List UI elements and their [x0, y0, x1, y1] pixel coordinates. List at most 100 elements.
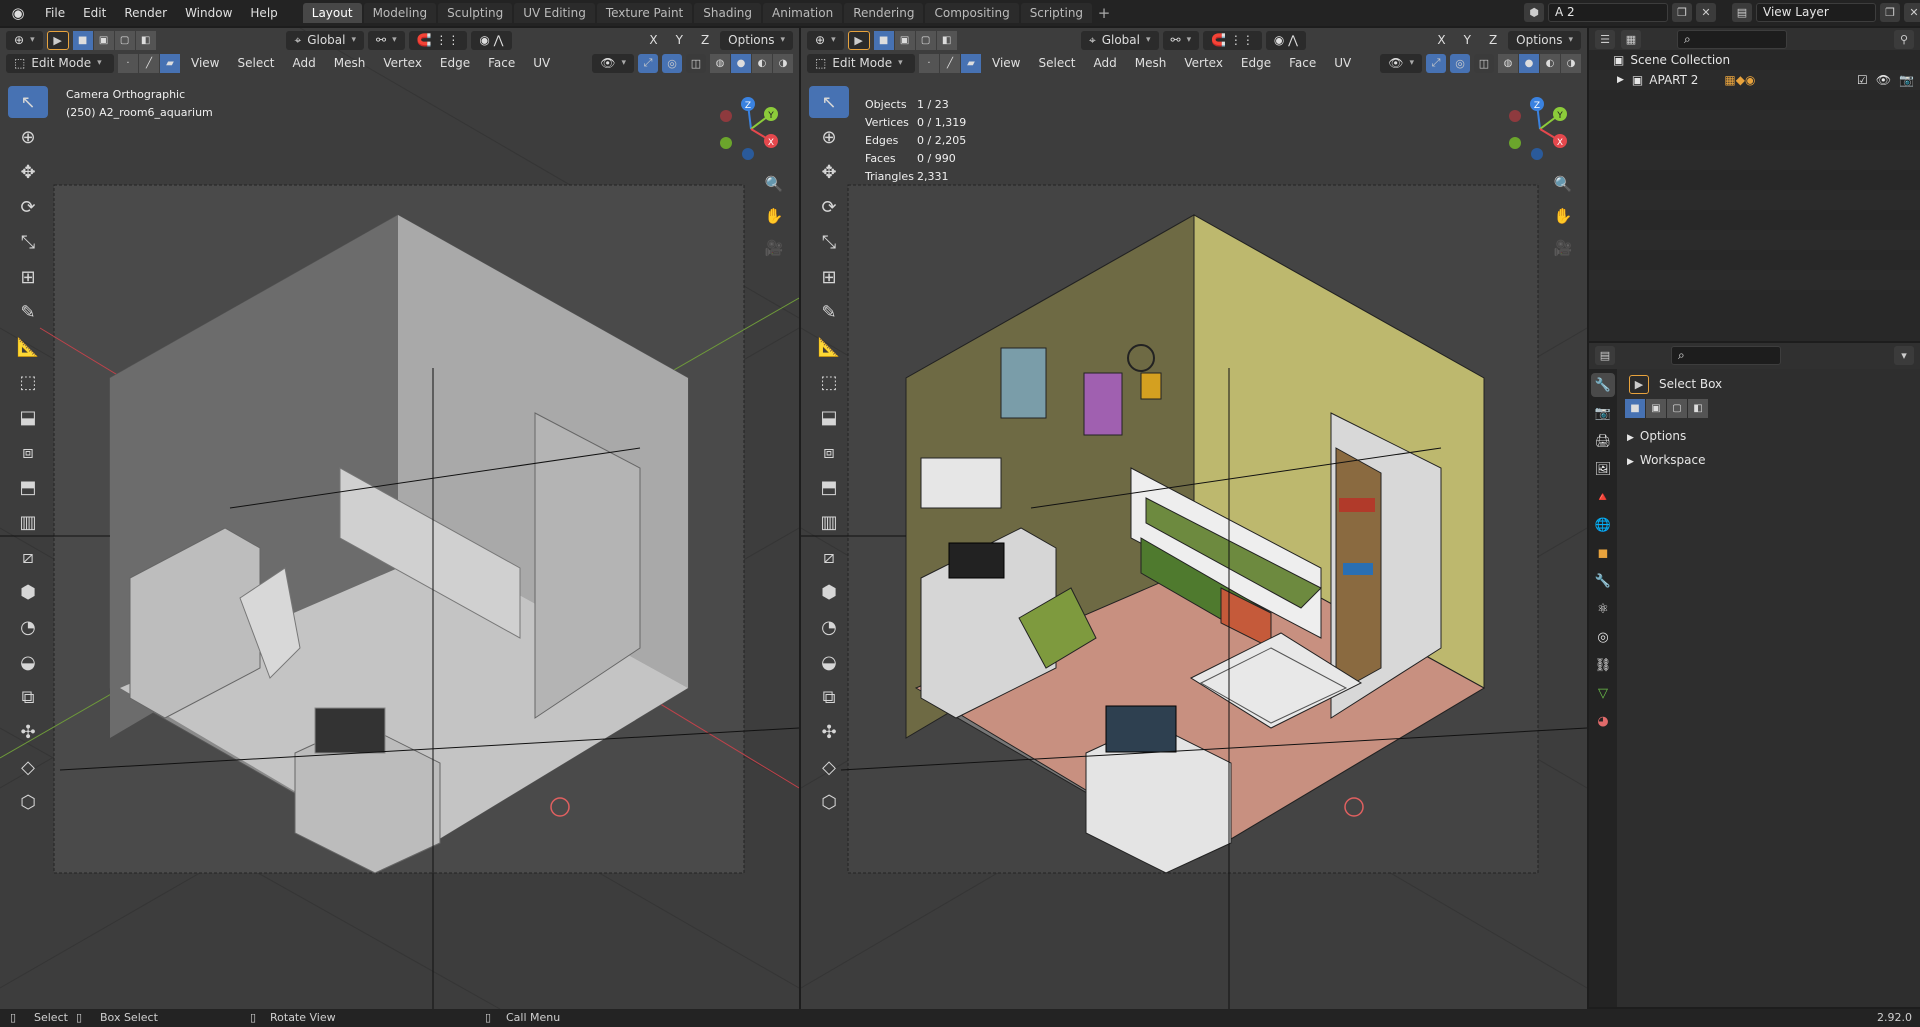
- menu-uv-right[interactable]: UV: [1327, 53, 1358, 73]
- shear-tool-icon-right[interactable]: ◇: [809, 751, 849, 783]
- zoom-icon-right[interactable]: 🔍: [1549, 170, 1577, 198]
- display-mode-icon[interactable]: ▦: [1621, 29, 1641, 49]
- select-box-icon[interactable]: ▶: [1629, 374, 1649, 394]
- tool-select-subtract-icon[interactable]: ▢: [1667, 399, 1687, 418]
- outliner-item-apart-2[interactable]: ▶ ▣ APART 2 ▦◆◉ ☑ 👁 📷: [1589, 70, 1920, 90]
- xray-toggle-icon[interactable]: ◫: [686, 53, 706, 73]
- annotate-tool-icon[interactable]: ✎: [8, 296, 48, 328]
- close-scene-icon[interactable]: ✕: [1696, 3, 1716, 22]
- particles-tab-icon[interactable]: ⚛: [1591, 597, 1615, 621]
- bevel-tool-icon-right[interactable]: ⬒: [809, 471, 849, 503]
- cursor-tool-icon-right[interactable]: ⊕: [809, 121, 849, 153]
- edge-slide-tool-icon[interactable]: ⧉: [8, 681, 48, 713]
- face-select-icon-right[interactable]: ▰: [961, 53, 981, 73]
- loop-cut-tool-icon-right[interactable]: ▥: [809, 506, 849, 538]
- select-new-icon-right[interactable]: ■: [873, 30, 894, 50]
- scene-icon[interactable]: ⬢: [1524, 3, 1544, 22]
- world-tab-icon[interactable]: 🌐: [1591, 513, 1615, 537]
- gizmo-toggle-icon-right[interactable]: ⤢: [1426, 53, 1446, 73]
- mode-dropdown[interactable]: ⬚ Edit Mode ▾: [6, 53, 114, 73]
- select-invert-icon[interactable]: ◧: [135, 30, 156, 50]
- material-shading-icon-right[interactable]: ◐: [1540, 53, 1560, 73]
- properties-options-icon[interactable]: ▾: [1894, 345, 1914, 365]
- transform-tool-icon[interactable]: ⊞: [8, 261, 48, 293]
- move-tool-icon-right[interactable]: ✥: [809, 156, 849, 188]
- material-shading-icon[interactable]: ◐: [752, 53, 772, 73]
- select-extend-icon-right[interactable]: ▣: [894, 30, 915, 50]
- copy-scene-icon[interactable]: ❐: [1672, 3, 1692, 22]
- pivot-point-dropdown-right[interactable]: ⚯ ▾: [1162, 30, 1200, 50]
- poly-build-tool-icon-right[interactable]: ⬢: [809, 576, 849, 608]
- annotate-tool-icon-right[interactable]: ✎: [809, 296, 849, 328]
- menu-view[interactable]: View: [184, 53, 226, 73]
- properties-editor-type-icon[interactable]: ▤: [1595, 345, 1615, 365]
- solid-shading-icon[interactable]: ●: [731, 53, 751, 73]
- pivot-point-dropdown[interactable]: ⚯ ▾: [368, 30, 405, 50]
- constraints-tab-icon[interactable]: ⛓: [1591, 653, 1615, 677]
- viewport-right[interactable]: ⊕ ▾ ▶ ■ ▣ ▢ ◧ ⌖ Global ▾ ⚯ ▾ 🧲 ⋮⋮ ◉ ⋀ X …: [801, 28, 1587, 1009]
- proportional-edit-toggle[interactable]: ◉ ⋀: [471, 30, 512, 50]
- tab-animation[interactable]: Animation: [763, 3, 843, 23]
- view-layer-tab-icon[interactable]: 🖼: [1591, 457, 1615, 481]
- editor-type-dropdown[interactable]: ⊕ ▾: [6, 30, 43, 50]
- transform-tool-icon-right[interactable]: ⊞: [809, 261, 849, 293]
- modifier-tab-icon[interactable]: 🔧: [1591, 569, 1615, 593]
- options-dropdown[interactable]: Options ▾: [720, 30, 794, 50]
- pan-hand-icon[interactable]: ✋: [760, 202, 788, 230]
- loop-cut-tool-icon[interactable]: ▥: [8, 506, 48, 538]
- knife-tool-icon[interactable]: ⧄: [8, 541, 48, 573]
- tab-uv-editing[interactable]: UV Editing: [514, 3, 595, 23]
- vertex-select-icon-right[interactable]: ·: [919, 53, 939, 73]
- mirror-y-button-right[interactable]: Y: [1457, 30, 1478, 50]
- menu-edge[interactable]: Edge: [433, 53, 477, 73]
- select-tool-icon-right[interactable]: ▶: [847, 30, 870, 50]
- smooth-tool-icon-right[interactable]: ◒: [809, 646, 849, 678]
- camera-view-icon[interactable]: 🎥: [760, 234, 788, 262]
- mirror-y-button[interactable]: Y: [669, 30, 690, 50]
- scene-tab-icon[interactable]: 🔺: [1591, 485, 1615, 509]
- menu-vertex-right[interactable]: Vertex: [1177, 53, 1230, 73]
- mirror-x-button-right[interactable]: X: [1430, 30, 1452, 50]
- mode-dropdown-right[interactable]: ⬚ Edit Mode ▾: [807, 53, 915, 73]
- object-tab-icon[interactable]: ◼: [1591, 541, 1615, 565]
- navigation-gizmo[interactable]: Z Y X: [716, 94, 786, 164]
- zoom-icon[interactable]: 🔍: [760, 170, 788, 198]
- scale-tool-icon-right[interactable]: ⤡: [809, 226, 849, 258]
- edge-select-icon-right[interactable]: ╱: [940, 53, 960, 73]
- visibility-dropdown-right[interactable]: 👁 ▾: [1380, 53, 1422, 73]
- snap-toggle[interactable]: 🧲 ⋮⋮: [408, 30, 468, 50]
- poly-build-tool-icon[interactable]: ⬢: [8, 576, 48, 608]
- view-layer-icon[interactable]: ▤: [1732, 3, 1752, 22]
- shear-tool-icon[interactable]: ◇: [8, 751, 48, 783]
- menu-select-right[interactable]: Select: [1031, 53, 1082, 73]
- rendered-shading-icon[interactable]: ◑: [773, 53, 793, 73]
- menu-add[interactable]: Add: [286, 53, 323, 73]
- bevel-tool-icon[interactable]: ⬒: [8, 471, 48, 503]
- overlay-toggle-icon-right[interactable]: ◎: [1450, 53, 1470, 73]
- tool-tab-icon[interactable]: 🔧: [1591, 373, 1615, 397]
- select-new-icon[interactable]: ■: [72, 30, 93, 50]
- wireframe-shading-icon[interactable]: ◍: [710, 53, 730, 73]
- menu-view-right[interactable]: View: [985, 53, 1027, 73]
- visibility-dropdown[interactable]: 👁 ▾: [592, 53, 634, 73]
- smooth-tool-icon[interactable]: ◒: [8, 646, 48, 678]
- tab-rendering[interactable]: Rendering: [844, 3, 924, 23]
- tab-layout[interactable]: Layout: [302, 3, 362, 23]
- editor-type-dropdown-right[interactable]: ⊕ ▾: [807, 30, 844, 50]
- tab-texture-paint[interactable]: Texture Paint: [596, 3, 693, 23]
- select-invert-icon-right[interactable]: ◧: [936, 30, 957, 50]
- select-box-tool-icon-right[interactable]: ↖: [809, 86, 849, 118]
- menu-edit[interactable]: Edit: [74, 0, 115, 26]
- rip-region-tool-icon-right[interactable]: ⬡: [809, 786, 849, 818]
- outliner-search-field[interactable]: ⌕: [1677, 29, 1787, 49]
- rip-region-tool-icon[interactable]: ⬡: [8, 786, 48, 818]
- workspace-panel[interactable]: ▶ Workspace: [1617, 448, 1920, 472]
- extrude-tool-icon[interactable]: ⬓: [8, 401, 48, 433]
- add-cube-tool-icon-right[interactable]: ⬚: [809, 366, 849, 398]
- tab-shading[interactable]: Shading: [694, 3, 761, 23]
- menu-file[interactable]: File: [36, 0, 74, 26]
- menu-vertex[interactable]: Vertex: [376, 53, 429, 73]
- tab-sculpting[interactable]: Sculpting: [438, 3, 513, 23]
- solid-shading-icon-right[interactable]: ●: [1519, 53, 1539, 73]
- rendered-shading-icon-right[interactable]: ◑: [1561, 53, 1581, 73]
